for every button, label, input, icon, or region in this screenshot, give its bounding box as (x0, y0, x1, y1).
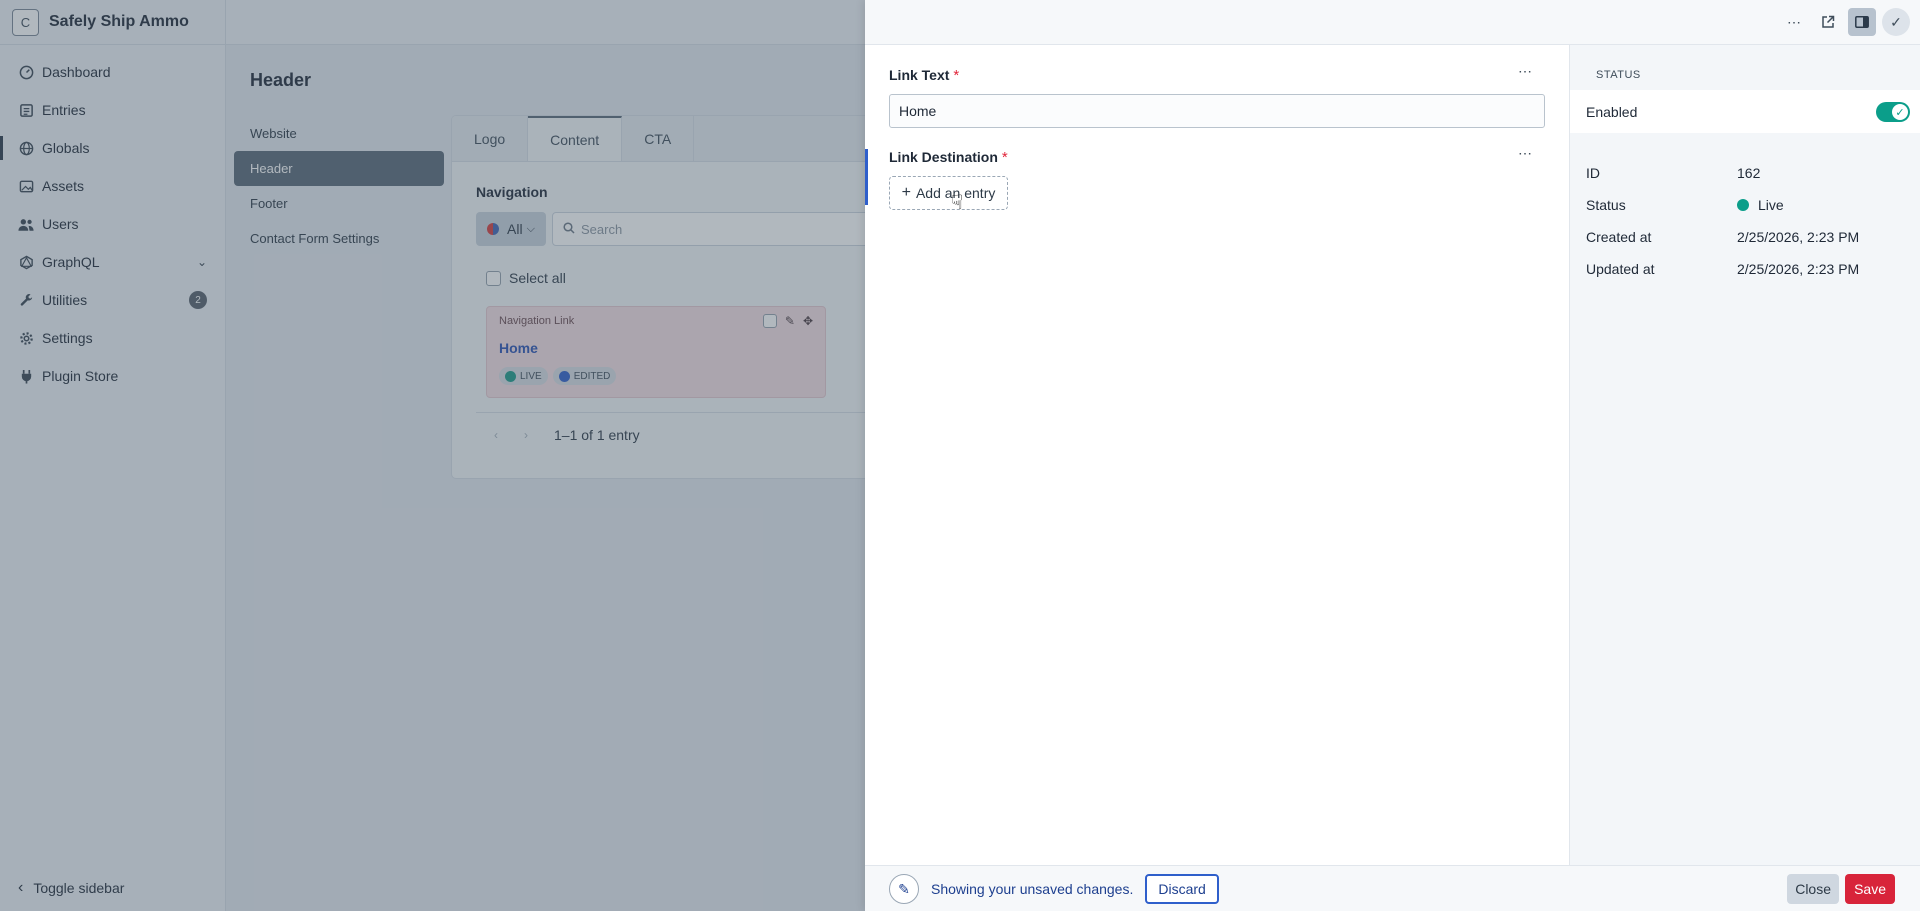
meta-value: 2/25/2026, 2:23 PM (1737, 229, 1860, 245)
meta-key: Status (1586, 197, 1626, 213)
link-text-input[interactable] (889, 94, 1545, 128)
required-indicator: * (953, 67, 960, 84)
field-actions-icon[interactable]: ⋯ (1518, 63, 1533, 80)
mouse-pointer-icon: ☟ (951, 192, 964, 214)
field-label-row: Link Destination * (889, 149, 1545, 166)
enabled-row: Enabled (1570, 90, 1920, 133)
checkmark-icon[interactable]: ✓ (1882, 8, 1910, 36)
enabled-toggle[interactable] (1876, 102, 1910, 122)
unsaved-message: Showing your unsaved changes. (931, 881, 1134, 897)
slideout-header: ⋯ ✓ (865, 0, 1920, 45)
slideout-footer: ✎ Showing your unsaved changes. Discard … (865, 865, 1920, 911)
live-status-icon (1737, 199, 1749, 211)
element-editor-slideout: ⋯ ✓ Link Text* ⋯ Link Destination* ⋯ + (865, 0, 1920, 911)
slideout-actions: ⋯ ✓ (1780, 8, 1910, 36)
link-destination-label: Link Destination (889, 149, 998, 165)
meta-value: 2/25/2026, 2:23 PM (1737, 261, 1860, 277)
field-label-row: Link Text * (889, 67, 1545, 84)
meta-row-created: Created at 2/25/2026, 2:23 PM (1586, 221, 1906, 253)
unsaved-changes-notice: ✎ Showing your unsaved changes. Discard (889, 874, 1219, 904)
link-text-field: Link Text * ⋯ (889, 63, 1545, 128)
meta-row-id: ID 162 (1586, 157, 1906, 189)
link-text-label: Link Text (889, 67, 950, 83)
link-destination-field: Link Destination * ⋯ + Add an entry (889, 145, 1545, 210)
close-button[interactable]: Close (1787, 874, 1839, 904)
plus-icon: + (901, 184, 911, 201)
add-entry-button[interactable]: + Add an entry (889, 176, 1008, 210)
meta-key: Updated at (1586, 261, 1655, 277)
meta-key: ID (1586, 165, 1600, 181)
meta-table: ID 162 Status Live Created at 2/25/2026,… (1586, 157, 1906, 285)
required-indicator: * (1001, 149, 1008, 166)
enabled-label: Enabled (1586, 103, 1638, 120)
meta-key: Created at (1586, 229, 1652, 245)
more-options-icon[interactable]: ⋯ (1780, 8, 1808, 36)
open-in-new-tab-icon[interactable] (1814, 8, 1842, 36)
field-actions-icon[interactable]: ⋯ (1518, 145, 1533, 162)
meta-value-wrap: Live (1737, 197, 1784, 213)
meta-row-status: Status Live (1586, 189, 1906, 221)
save-button[interactable]: Save (1845, 874, 1895, 904)
status-heading: STATUS (1596, 69, 1641, 81)
meta-value: 162 (1737, 165, 1761, 181)
meta-value: Live (1758, 197, 1784, 213)
slideout-meta-panel: STATUS Enabled ID 162 Status Live Create… (1569, 45, 1920, 865)
slideout-fields: Link Text* ⋯ Link Destination* ⋯ + Add a… (865, 45, 1569, 865)
sidebar-toggle-icon[interactable] (1848, 8, 1876, 36)
pencil-icon: ✎ (889, 874, 919, 904)
discard-button[interactable]: Discard (1145, 874, 1219, 904)
modal-overlay[interactable] (0, 0, 865, 911)
active-field-indicator (865, 149, 868, 205)
meta-row-updated: Updated at 2/25/2026, 2:23 PM (1586, 253, 1906, 285)
